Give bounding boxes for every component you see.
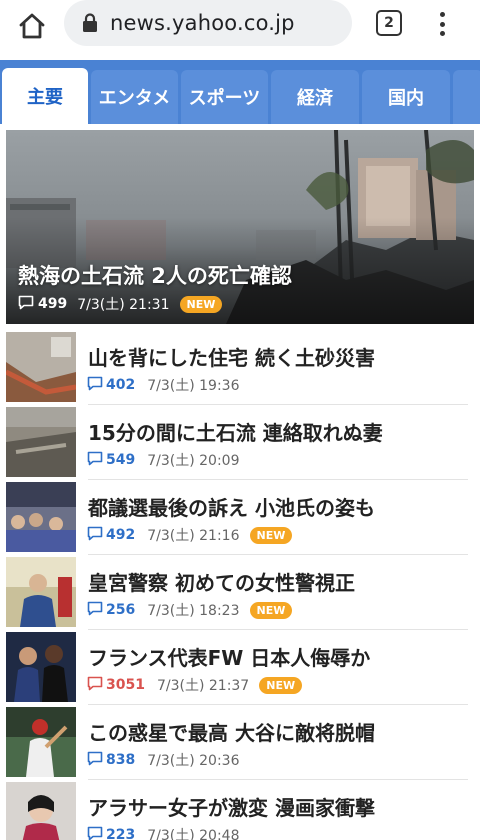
url-text: news.yahoo.co.jp — [110, 11, 295, 35]
category-tabbar: 主要 エンタメ スポーツ 経済 国内 — [0, 60, 480, 124]
tab-label: エンタメ — [98, 88, 171, 109]
comment-count: 3051 — [106, 677, 145, 693]
article-thumbnail — [6, 332, 76, 402]
timestamp: 7/3(土) 20:48 — [147, 828, 240, 840]
article-thumbnail — [6, 707, 76, 777]
list-item[interactable]: フランス代表FW 日本人侮辱か 3051 7/3(土) 21:37 NEW — [0, 630, 480, 705]
article-title: 皇宮警察 初めての女性警視正 — [88, 571, 355, 595]
article-meta: 3051 7/3(土) 21:37 NEW — [87, 675, 303, 695]
address-bar[interactable]: news.yahoo.co.jp — [64, 0, 352, 46]
tab-entertainment[interactable]: エンタメ — [91, 70, 178, 124]
browser-toolbar: news.yahoo.co.jp 2 — [0, 0, 480, 60]
comment-icon — [87, 376, 103, 395]
comment-count: 402 — [106, 377, 136, 393]
hero-meta: 499 7/3(土) 21:31 NEW — [18, 294, 223, 314]
tab-label: スポーツ — [188, 88, 261, 109]
comment-icon — [87, 526, 103, 545]
article-title: フランス代表FW 日本人侮辱か — [88, 646, 371, 670]
timestamp: 7/3(土) 20:36 — [147, 753, 240, 769]
comment-icon — [87, 676, 103, 695]
article-title: アラサー女子が激変 漫画家衝撃 — [88, 796, 375, 820]
article-meta: 256 7/3(土) 18:23 NEW — [87, 600, 293, 620]
tab-label: 主要 — [27, 87, 63, 108]
article-thumbnail — [6, 782, 76, 840]
article-meta: 402 7/3(土) 19:36 — [87, 375, 240, 395]
comment-count: 838 — [106, 752, 136, 768]
lock-icon — [82, 13, 100, 33]
tab-economy[interactable]: 経済 — [271, 70, 359, 124]
comment-count: 223 — [106, 827, 136, 840]
home-icon[interactable] — [14, 8, 50, 44]
comment-count: 492 — [106, 527, 136, 543]
timestamp: 7/3(土) 21:37 — [156, 678, 250, 694]
article-meta: 492 7/3(土) 21:16 NEW — [87, 525, 293, 545]
new-badge: NEW — [179, 295, 223, 313]
tab-domestic[interactable]: 国内 — [362, 70, 450, 124]
article-thumbnail — [6, 632, 76, 702]
article-title: 山を背にした住宅 続く土砂災害 — [88, 346, 375, 370]
tab-label: 経済 — [297, 88, 333, 109]
comment-icon — [18, 295, 34, 314]
tab-main[interactable]: 主要 — [2, 68, 88, 124]
comment-count: 549 — [106, 452, 136, 468]
article-title: 15分の間に土石流 連絡取れぬ妻 — [88, 421, 383, 445]
comment-count: 499 — [38, 296, 68, 312]
comment-icon — [87, 451, 103, 470]
timestamp: 7/3(土) 20:09 — [147, 453, 240, 469]
timestamp: 7/3(土) 18:23 — [147, 603, 240, 619]
timestamp: 7/3(土) 21:16 — [147, 528, 240, 544]
overflow-menu-icon[interactable] — [432, 8, 452, 40]
list-item[interactable]: 山を背にした住宅 続く土砂災害 402 7/3(土) 19:36 — [0, 330, 480, 405]
article-title: この惑星で最高 大谷に敵将脱帽 — [88, 721, 375, 745]
hero-title: 熱海の土石流 2人の死亡確認 — [18, 264, 292, 288]
list-item[interactable]: アラサー女子が激変 漫画家衝撃 223 7/3(土) 20:48 — [0, 780, 480, 840]
new-badge: NEW — [249, 601, 293, 619]
hero-article[interactable]: 熱海の土石流 2人の死亡確認 499 7/3(土) 21:31 NEW — [6, 130, 474, 324]
comment-icon — [87, 751, 103, 770]
list-item[interactable]: 都議選最後の訴え 小池氏の姿も 492 7/3(土) 21:16 NEW — [0, 480, 480, 555]
tab-label: 国内 — [388, 88, 424, 109]
comment-icon — [87, 601, 103, 620]
list-item[interactable]: 皇宮警察 初めての女性警視正 256 7/3(土) 18:23 NEW — [0, 555, 480, 630]
article-meta: 549 7/3(土) 20:09 — [87, 450, 240, 470]
article-thumbnail — [6, 482, 76, 552]
list-item[interactable]: 15分の間に土石流 連絡取れぬ妻 549 7/3(土) 20:09 — [0, 405, 480, 480]
article-title: 都議選最後の訴え 小池氏の姿も — [88, 496, 375, 520]
timestamp: 7/3(土) 19:36 — [147, 378, 240, 394]
new-badge: NEW — [249, 526, 293, 544]
new-badge: NEW — [259, 676, 303, 694]
list-item[interactable]: この惑星で最高 大谷に敵将脱帽 838 7/3(土) 20:36 — [0, 705, 480, 780]
article-thumbnail — [6, 557, 76, 627]
timestamp: 7/3(土) 21:31 — [77, 297, 170, 313]
article-meta: 838 7/3(土) 20:36 — [87, 750, 240, 770]
tab-sports[interactable]: スポーツ — [181, 70, 268, 124]
tab-next-partial[interactable] — [453, 70, 480, 124]
article-thumbnail — [6, 407, 76, 477]
tab-switcher-button[interactable]: 2 — [376, 10, 402, 36]
comment-count: 256 — [106, 602, 136, 618]
comment-icon — [87, 826, 103, 840]
article-meta: 223 7/3(土) 20:48 — [87, 825, 240, 840]
